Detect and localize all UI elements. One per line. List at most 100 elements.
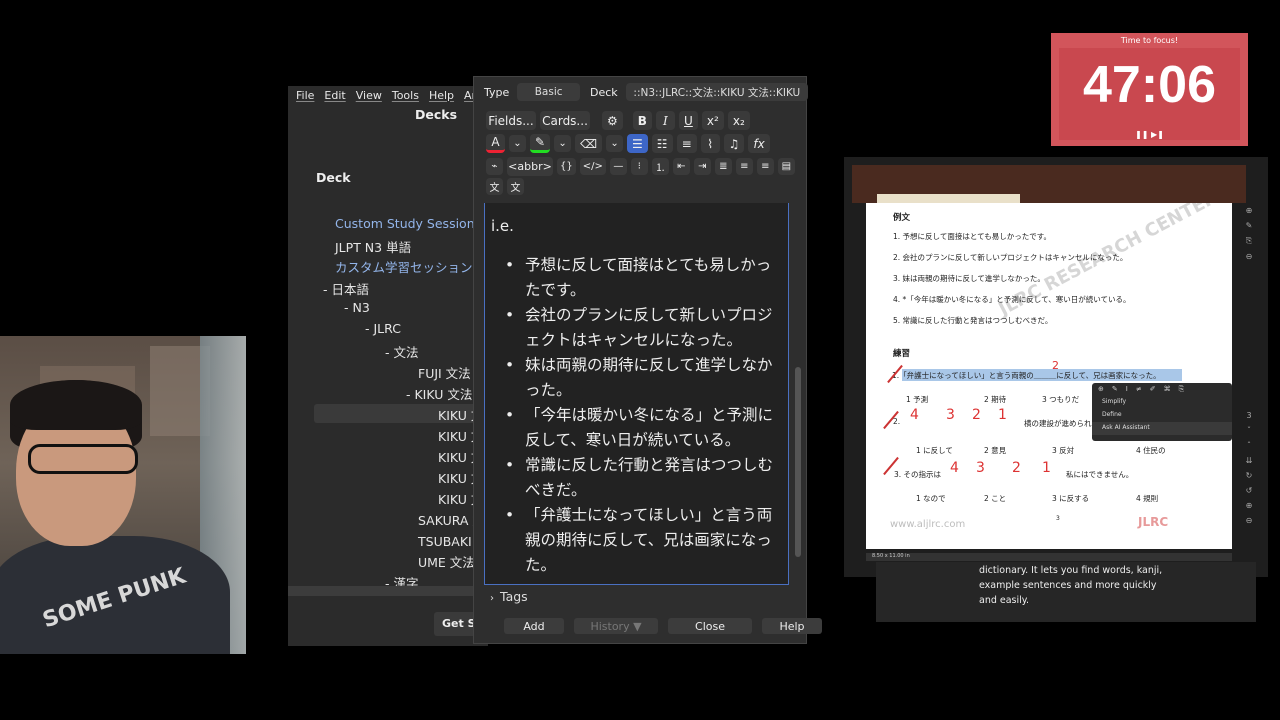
- highlight-icon[interactable]: ✎: [530, 134, 551, 153]
- deck-item[interactable]: - JLRC: [365, 321, 401, 336]
- field-editor[interactable]: i.e. 予想に反して面接はとても易しかったです。 会社のプランに反して新しいプ…: [484, 203, 789, 585]
- question-line: 3. その指示は: [894, 470, 942, 479]
- furigana-icon[interactable]: 文: [486, 178, 503, 195]
- menu-help[interactable]: Help: [429, 89, 454, 102]
- option: 3 に反する: [1052, 494, 1090, 503]
- timer-label: Time to focus!: [1120, 36, 1179, 45]
- deck-selector[interactable]: ::N3::JLRC::文法::KIKU 文法::KIKU: [625, 83, 808, 101]
- chevron-down-icon[interactable]: ˇ: [1238, 426, 1260, 435]
- unordered-list-icon[interactable]: ☰: [627, 134, 648, 153]
- handwritten-answer: 4: [950, 460, 959, 476]
- deck-item[interactable]: カスタム学習セッション: [335, 257, 473, 276]
- help-button[interactable]: Help: [762, 618, 822, 634]
- copy-icon[interactable]: ⊕: [1098, 385, 1104, 394]
- popup-simplify[interactable]: Simplify: [1092, 396, 1232, 409]
- page-number: 3: [1056, 515, 1060, 522]
- section-title: 練習: [893, 349, 911, 359]
- deck-item[interactable]: - 日本語: [323, 279, 369, 298]
- ordered-list-icon[interactable]: ☷: [651, 134, 673, 153]
- text-color-icon[interactable]: A: [486, 134, 505, 153]
- cards-button[interactable]: Cards...: [540, 111, 590, 130]
- braces-icon[interactable]: {}: [557, 158, 576, 175]
- strike-icon[interactable]: ≠: [1136, 385, 1142, 394]
- number-list-icon[interactable]: ⒈: [651, 158, 669, 175]
- bold-icon[interactable]: B: [632, 111, 652, 130]
- deck-item[interactable]: UME 文法: [418, 552, 475, 571]
- chevron-up-icon[interactable]: ˆ: [1238, 441, 1260, 450]
- scroll-down-icon[interactable]: ⇊: [1238, 456, 1260, 465]
- popup-ask-ai[interactable]: Ask AI Assistant: [1092, 422, 1232, 435]
- superscript-icon[interactable]: x²: [701, 111, 724, 130]
- horizontal-scrollbar[interactable]: [288, 586, 488, 596]
- eraser-icon[interactable]: ⌫: [575, 134, 603, 153]
- menu-view[interactable]: View: [356, 89, 382, 102]
- abbr-button[interactable]: <abbr>: [507, 157, 553, 176]
- highlighter-icon[interactable]: ✐: [1150, 385, 1156, 394]
- paperclip-icon[interactable]: ⌇: [700, 134, 720, 153]
- copy-icon[interactable]: ⎘: [1179, 385, 1185, 394]
- deck-item[interactable]: - KIKU 文法: [406, 384, 472, 403]
- decks-title: Decks: [415, 107, 458, 122]
- page-indicator[interactable]: 3: [1238, 411, 1260, 420]
- deck-item[interactable]: Custom Study Session: [335, 216, 475, 231]
- copy-icon[interactable]: ⎘: [1238, 236, 1260, 246]
- justify-icon[interactable]: ▤: [777, 158, 795, 175]
- zoom-in-icon[interactable]: ⊕: [1238, 501, 1260, 510]
- outdent-icon[interactable]: ⇤: [672, 158, 690, 175]
- pen-icon[interactable]: ✎: [1112, 385, 1118, 394]
- tooltip-text: dictionary. It lets you find words, kanj…: [979, 565, 1163, 606]
- editor-toolbar-row-1: Fields... Cards... ⚙ B I U x² x₂: [486, 111, 750, 130]
- deck-item[interactable]: JLPT N3 単語: [335, 237, 411, 256]
- editor-content[interactable]: i.e. 予想に反して面接はとても易しかったです。 会社のプランに反して新しいプ…: [491, 217, 781, 578]
- align-right-icon[interactable]: ≡: [756, 158, 774, 175]
- horizontal-rule-icon[interactable]: —: [609, 158, 627, 175]
- deck-label: Deck: [590, 85, 618, 99]
- fields-button[interactable]: Fields...: [486, 111, 536, 130]
- function-icon[interactable]: fx: [748, 134, 770, 153]
- align-center-icon[interactable]: ≣: [714, 158, 732, 175]
- menu-edit[interactable]: Edit: [324, 89, 345, 102]
- zoom-out-icon[interactable]: ⊖: [1238, 252, 1260, 261]
- bullet-list-icon[interactable]: ⁝: [630, 158, 648, 175]
- strikethrough-icon[interactable]: ⌁: [486, 158, 503, 175]
- rotate-right-icon[interactable]: ↻: [1238, 471, 1260, 480]
- annotate-icon[interactable]: ✎: [1238, 221, 1260, 230]
- deck-item[interactable]: FUJI 文法: [418, 363, 471, 382]
- editor-toolbar-row-4: 文 文: [486, 178, 524, 195]
- menu-file[interactable]: File: [296, 89, 314, 102]
- zoom-in-icon[interactable]: ⊕: [1238, 206, 1260, 215]
- chevron-down-icon[interactable]: ⌄: [509, 135, 526, 152]
- subscript-icon[interactable]: x₂: [727, 111, 750, 130]
- text-icon[interactable]: I: [1126, 385, 1128, 394]
- menu-tools[interactable]: Tools: [392, 89, 419, 102]
- question-line[interactable]: 1.「弁護士になってほしい」と言う両親の＿＿＿に反して、兄は画家になった。: [892, 370, 1161, 381]
- list-item: 会社のプランに反して新しいプロジェクトはキャンセルになった。: [491, 303, 781, 353]
- align-left-icon[interactable]: ≡: [735, 158, 753, 175]
- example-line: 2. 会社のプランに反して新しいプロジェクトはキャンセルになった。: [893, 253, 1128, 262]
- rotate-left-icon[interactable]: ↺: [1238, 486, 1260, 495]
- code-icon[interactable]: </>: [579, 158, 606, 175]
- timer-controls[interactable]: ❚❚ ▶❚: [1051, 130, 1248, 139]
- link-icon[interactable]: ⌘: [1164, 385, 1171, 394]
- tags-toggle[interactable]: › Tags: [490, 589, 528, 604]
- zoom-out-icon[interactable]: ⊖: [1238, 516, 1260, 525]
- remove-furigana-icon[interactable]: 文: [507, 178, 524, 195]
- history-button[interactable]: History ▼: [574, 618, 658, 634]
- indent-icon[interactable]: ⇥: [693, 158, 711, 175]
- note-type-selector[interactable]: Basic: [517, 83, 580, 101]
- chevron-down-icon[interactable]: ⌄: [554, 135, 572, 152]
- underline-icon[interactable]: U: [678, 111, 698, 130]
- gear-icon[interactable]: ⚙: [602, 111, 623, 130]
- chevron-down-icon[interactable]: ⌄: [606, 135, 624, 152]
- add-button[interactable]: Add: [504, 618, 564, 634]
- dialog-buttons: Add History ▼ Close Help: [504, 618, 822, 634]
- editor-scrollbar[interactable]: [795, 367, 801, 557]
- list-item: 「今年は暖かい冬になる」と予測に反して、寒い日が続いている。: [491, 403, 781, 453]
- deck-item[interactable]: - N3: [344, 300, 370, 315]
- deck-item[interactable]: - 文法: [385, 342, 418, 361]
- microphone-icon[interactable]: ♫: [723, 134, 745, 153]
- close-button[interactable]: Close: [668, 618, 752, 634]
- align-icon[interactable]: ≡: [676, 134, 697, 153]
- popup-define[interactable]: Define: [1092, 409, 1232, 422]
- italic-icon[interactable]: I: [655, 111, 675, 130]
